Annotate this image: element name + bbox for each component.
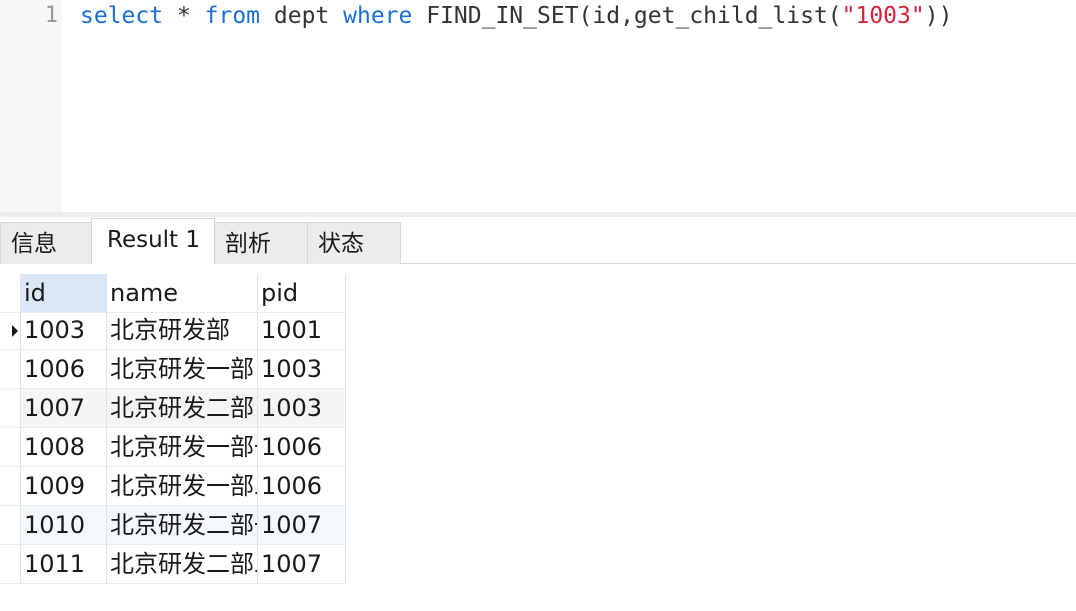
cell-id[interactable]: 1010: [21, 506, 107, 545]
triangle-right-icon: [12, 325, 18, 337]
sql-string-literal: "1003": [841, 3, 925, 29]
row-indicator-header: [0, 274, 21, 313]
table-row[interactable]: 1007 北京研发二部 1003: [0, 389, 346, 428]
cell-pid[interactable]: 1006: [258, 467, 346, 506]
cell-name[interactable]: 北京研发一部: [107, 350, 258, 389]
sql-text-table: dept: [260, 3, 344, 29]
line-number: 1: [44, 3, 58, 28]
row-indicator: [0, 389, 21, 428]
sql-keyword-select: select: [80, 3, 164, 29]
cell-id[interactable]: 1008: [21, 428, 107, 467]
cell-name[interactable]: 北京研发一部二: [107, 467, 258, 506]
row-indicator: [0, 428, 21, 467]
cell-name[interactable]: 北京研发部: [107, 311, 258, 350]
cell-pid[interactable]: 1001: [258, 311, 346, 350]
cell-pid[interactable]: 1007: [258, 545, 346, 584]
cell-id[interactable]: 1011: [21, 545, 107, 584]
grid-header-row: id name pid: [0, 274, 346, 313]
table-row[interactable]: 1010 北京研发二部一 1007: [0, 506, 346, 545]
cell-pid[interactable]: 1003: [258, 389, 346, 428]
row-indicator: [0, 311, 21, 350]
row-indicator: [0, 467, 21, 506]
tab-result-1[interactable]: Result 1: [91, 218, 215, 264]
tab-profile[interactable]: 剖析: [214, 222, 308, 264]
table-row[interactable]: 1003 北京研发部 1001: [0, 311, 346, 350]
table-row[interactable]: 1008 北京研发一部一 1006: [0, 428, 346, 467]
row-indicator: [0, 506, 21, 545]
cell-id[interactable]: 1006: [21, 350, 107, 389]
cell-id[interactable]: 1003: [21, 311, 107, 350]
sql-code-line[interactable]: select * from dept where FIND_IN_SET(id,…: [80, 0, 952, 32]
column-header-pid[interactable]: pid: [258, 274, 346, 313]
cell-id[interactable]: 1007: [21, 389, 107, 428]
row-indicator: [0, 545, 21, 584]
column-header-id[interactable]: id: [21, 274, 107, 313]
cell-pid[interactable]: 1003: [258, 350, 346, 389]
table-row[interactable]: 1011 北京研发二部二 1007: [0, 545, 346, 584]
cell-pid[interactable]: 1007: [258, 506, 346, 545]
result-tab-bar: 信息 剖析 状态 Result 1: [0, 217, 1076, 264]
line-number-gutter: 1: [0, 0, 62, 212]
cell-name[interactable]: 北京研发二部一: [107, 506, 258, 545]
row-indicator: [0, 350, 21, 389]
tab-info[interactable]: 信息: [0, 222, 92, 264]
cell-name[interactable]: 北京研发一部一: [107, 428, 258, 467]
query-window: 1 select * from dept where FIND_IN_SET(i…: [0, 0, 1076, 611]
cell-id[interactable]: 1009: [21, 467, 107, 506]
sql-keyword-where: where: [343, 3, 413, 29]
sql-keyword-from: from: [204, 3, 261, 29]
tab-status[interactable]: 状态: [307, 222, 401, 264]
sql-text-function: FIND_IN_SET(id,get_child_list(: [412, 3, 842, 29]
sql-editor[interactable]: 1 select * from dept where FIND_IN_SET(i…: [0, 0, 1076, 212]
cell-pid[interactable]: 1006: [258, 428, 346, 467]
column-header-name[interactable]: name: [107, 274, 258, 313]
sql-text-star: *: [163, 3, 205, 29]
table-row[interactable]: 1006 北京研发一部 1003: [0, 350, 346, 389]
cell-name[interactable]: 北京研发二部: [107, 389, 258, 428]
sql-text-close: )): [924, 3, 953, 29]
cell-name[interactable]: 北京研发二部二: [107, 545, 258, 584]
table-row[interactable]: 1009 北京研发一部二 1006: [0, 467, 346, 506]
